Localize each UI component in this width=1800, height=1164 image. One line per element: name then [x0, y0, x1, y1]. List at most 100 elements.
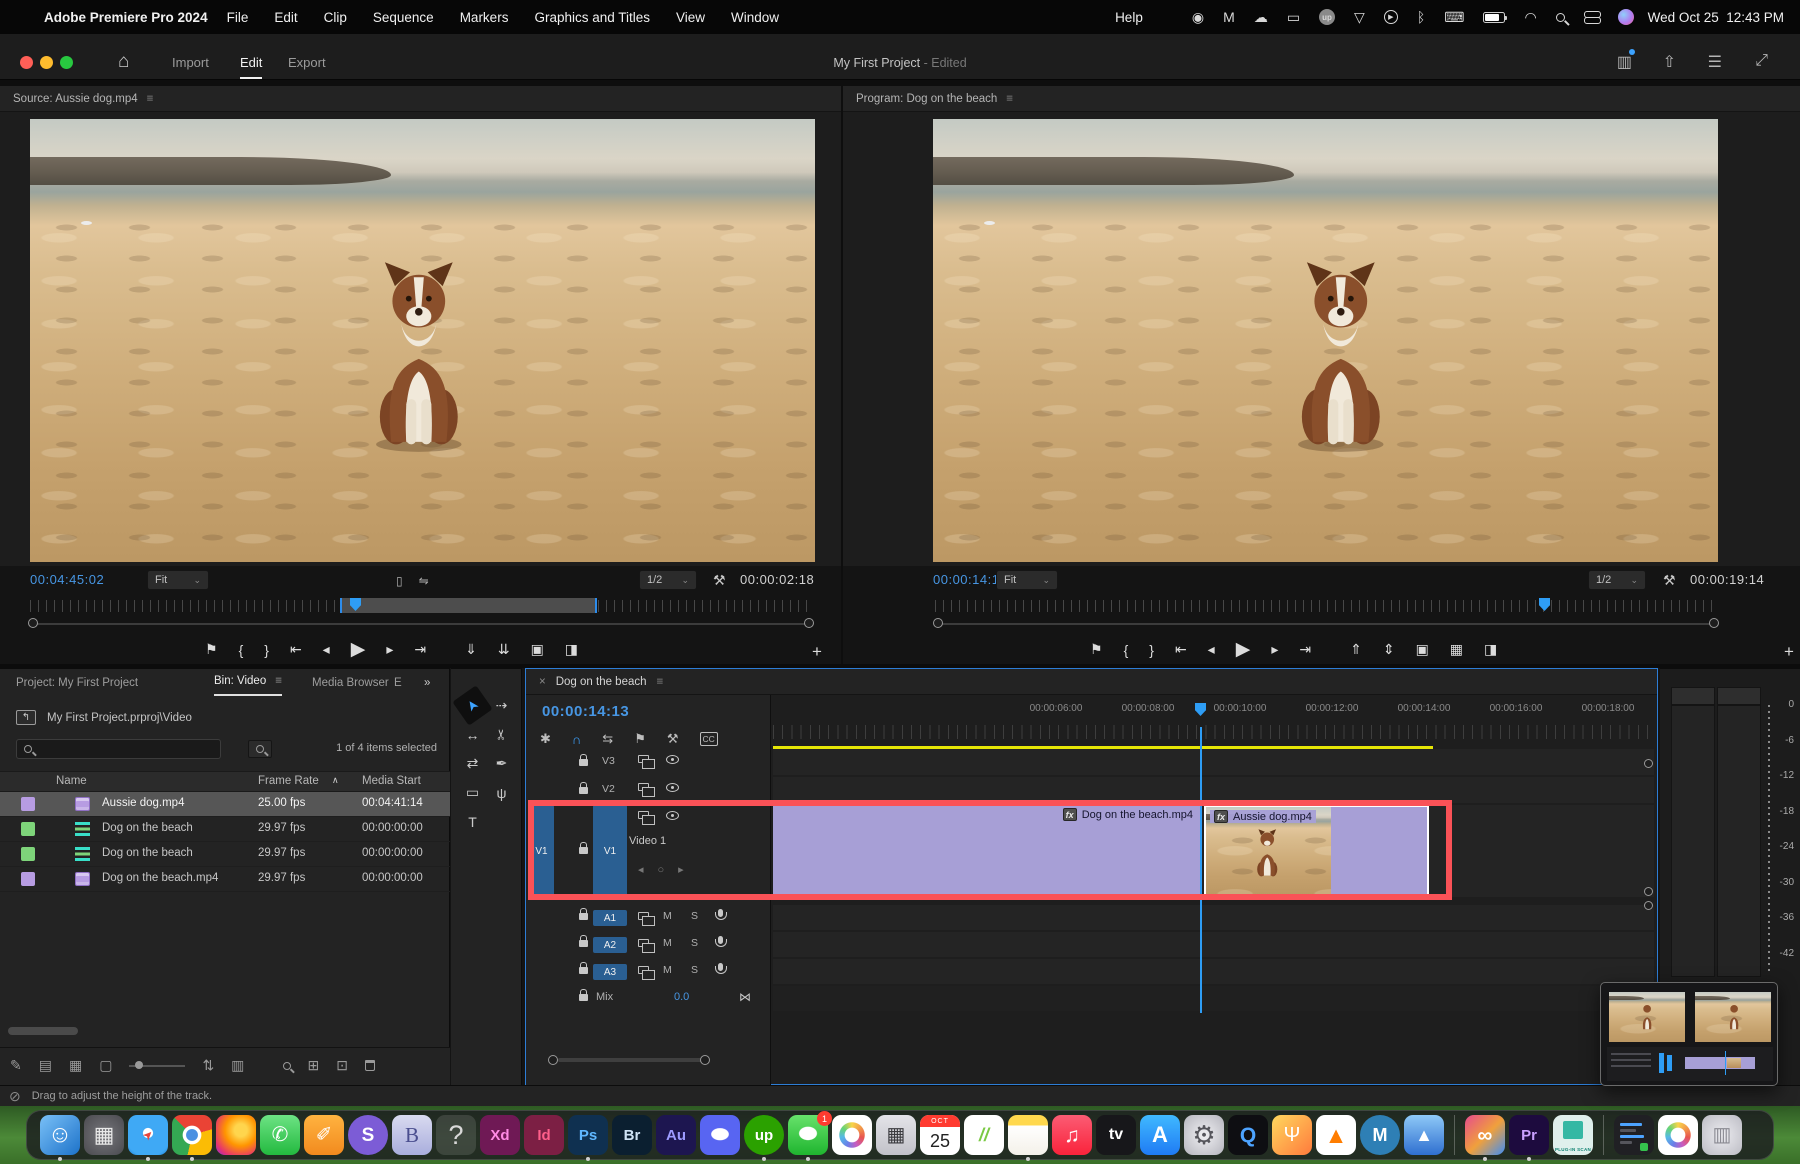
track-a1-voiceover-icon[interactable] — [718, 909, 723, 917]
track-v1-keyframe-nav[interactable]: ◂○▸ — [638, 863, 698, 876]
photos[interactable] — [832, 1115, 872, 1155]
clear-button[interactable] — [365, 1060, 375, 1071]
plugin-scan-app[interactable]: PLUG-IN SCAN — [1553, 1115, 1593, 1155]
track-a1-mute-button[interactable]: M — [663, 910, 672, 922]
facetime[interactable]: ✆ — [260, 1115, 300, 1155]
tropical-drink-app[interactable]: Ψ — [1272, 1115, 1312, 1155]
mark-in-button[interactable]: { — [1124, 642, 1129, 658]
hand-tool[interactable]: ψ — [487, 778, 516, 807]
clip-aussie-dog-selected[interactable]: fx Aussie dog.mp4 — [1204, 805, 1429, 897]
keyboard-icon[interactable]: ⌨ — [1444, 9, 1464, 26]
timeline-panel-menu-icon[interactable]: ≡ — [657, 676, 664, 688]
calendar[interactable]: OCT25 — [920, 1115, 960, 1155]
trash[interactable]: ▥ — [1702, 1115, 1742, 1155]
app-menu-title[interactable]: Adobe Premiere Pro 2024 — [44, 10, 208, 25]
track-v2-content[interactable] — [773, 777, 1654, 803]
siri-icon[interactable] — [1618, 9, 1634, 25]
search-input[interactable] — [16, 739, 221, 759]
automate-to-sequence-button[interactable]: ▥ — [231, 1057, 244, 1074]
fx-badge[interactable]: fx — [1063, 808, 1077, 821]
source-in-out-range[interactable] — [340, 598, 597, 613]
program-panel-menu-icon[interactable]: ≡ — [1006, 93, 1013, 105]
timeline-timecode[interactable]: 00:00:14:13 — [542, 703, 629, 720]
sort-caret-icon[interactable]: ∧ — [332, 775, 339, 786]
tab-effects-truncated[interactable]: E — [394, 677, 402, 689]
bin-scrollbar[interactable] — [8, 1027, 78, 1035]
control-center-icon[interactable] — [1584, 11, 1599, 24]
apple-tv[interactable]: tv — [1096, 1115, 1136, 1155]
slip-tool[interactable]: ⇄ — [458, 749, 487, 778]
track-v2-lock-icon[interactable] — [579, 787, 588, 794]
quicktime[interactable]: Q — [1228, 1115, 1268, 1155]
minimized-photos-window[interactable] — [1658, 1115, 1698, 1155]
add-marker-button[interactable]: ⚑ — [205, 641, 218, 658]
track-v1-toggle-output-icon[interactable] — [666, 811, 679, 820]
step-forward-button[interactable]: ▸ — [1271, 641, 1278, 658]
item-name[interactable]: Aussie dog.mp4 — [102, 797, 184, 809]
track-a1-lock-icon[interactable] — [579, 913, 588, 920]
program-zoom-select[interactable]: Fit⌄ — [996, 570, 1058, 590]
ripple-edit-tool[interactable]: ↔ — [458, 720, 487, 749]
track-mix-lock-icon[interactable] — [579, 994, 588, 1001]
gmail-icon[interactable]: M — [1223, 9, 1235, 25]
track-a3-mute-button[interactable]: M — [663, 964, 672, 976]
chrome[interactable] — [172, 1115, 212, 1155]
track-a1-target-icon[interactable] — [638, 912, 649, 920]
step-back-button[interactable]: ◂ — [1208, 641, 1215, 658]
missing-app[interactable]: ? — [436, 1115, 476, 1155]
track-a1-content[interactable] — [773, 905, 1654, 930]
vlc[interactable]: ▲ — [1316, 1115, 1356, 1155]
safari[interactable]: ➤ — [128, 1115, 168, 1155]
bin-row[interactable]: Dog on the beach.mp429.97 fps00:00:00:00 — [0, 867, 450, 892]
find-button[interactable] — [283, 1062, 291, 1070]
menu-clock[interactable]: Wed Oct 25 12:43 PM — [1648, 10, 1784, 25]
bin-panel-menu-icon[interactable]: ≡ — [275, 675, 282, 687]
track-a2-solo-button[interactable]: S — [691, 937, 698, 949]
finder[interactable]: ☺ — [40, 1115, 80, 1155]
play-button[interactable]: ▶ — [1236, 638, 1251, 661]
tab-overflow-chevrons[interactable]: » — [424, 677, 430, 689]
adobe-xd[interactable]: Xd — [480, 1115, 520, 1155]
upwork[interactable]: up — [744, 1115, 784, 1155]
source-zoom-select[interactable]: Fit⌄ — [147, 570, 209, 590]
navigate-up-icon[interactable]: ↰ — [16, 710, 36, 725]
track-a2-mute-button[interactable]: M — [663, 937, 672, 949]
upwork-menu-icon[interactable]: up — [1319, 9, 1335, 25]
mamp[interactable]: M — [1360, 1115, 1400, 1155]
bin-row[interactable]: Dog on the beach29.97 fps00:00:00:00 — [0, 817, 450, 842]
spotlight-icon[interactable] — [1556, 13, 1565, 22]
sort-icons-button[interactable]: ⇅ — [202, 1057, 214, 1074]
app-store[interactable]: A — [1140, 1115, 1180, 1155]
step-forward-button[interactable]: ▸ — [386, 641, 393, 658]
timeline-hscroll-handle-right[interactable] — [700, 1055, 710, 1065]
column-media-start[interactable]: Media Start — [362, 775, 421, 787]
folder-icon[interactable]: ▭ — [1287, 9, 1300, 26]
program-zoom-bar[interactable] — [941, 623, 1712, 625]
track-mix-content[interactable] — [773, 986, 1654, 1011]
rectangle-tool[interactable]: ▭ — [458, 778, 487, 807]
item-name[interactable]: Dog on the beach — [102, 847, 193, 859]
logo-v-icon[interactable]: ▽ — [1354, 9, 1365, 26]
go-to-in-button[interactable]: ⇤ — [290, 641, 302, 658]
messages[interactable]: 1 — [788, 1115, 828, 1155]
label-color-chip[interactable] — [21, 797, 35, 811]
mix-gain-value[interactable]: 0.0 — [674, 991, 689, 1003]
track-v1-target-button[interactable]: V1 — [593, 805, 627, 897]
export-frame-button[interactable]: ▣ — [531, 641, 544, 658]
adobe-premiere[interactable]: Pr — [1509, 1115, 1549, 1155]
column-name[interactable]: Name — [56, 775, 87, 787]
track-v3-target-icon[interactable] — [638, 755, 649, 763]
fx-badge[interactable]: fx — [1214, 810, 1228, 823]
go-to-out-button[interactable]: ⇥ — [414, 641, 426, 658]
program-resolution-select[interactable]: 1/2⌄ — [1588, 570, 1646, 590]
track-a3-content[interactable] — [773, 959, 1654, 984]
source-zoom-handle-right[interactable] — [804, 618, 814, 628]
source-zoom-bar[interactable] — [36, 623, 806, 625]
new-item-button[interactable]: ⊡ — [336, 1057, 348, 1074]
export-frame-button[interactable]: ▣ — [1416, 641, 1429, 658]
edit-pencil-button[interactable]: ✎ — [10, 1057, 22, 1074]
snap-toggle-button[interactable]: ∩ — [572, 732, 581, 747]
program-zoom-handle-left[interactable] — [933, 618, 943, 628]
mark-out-button[interactable]: } — [1149, 642, 1154, 658]
share-export-icon[interactable]: ⇧ — [1663, 52, 1676, 72]
